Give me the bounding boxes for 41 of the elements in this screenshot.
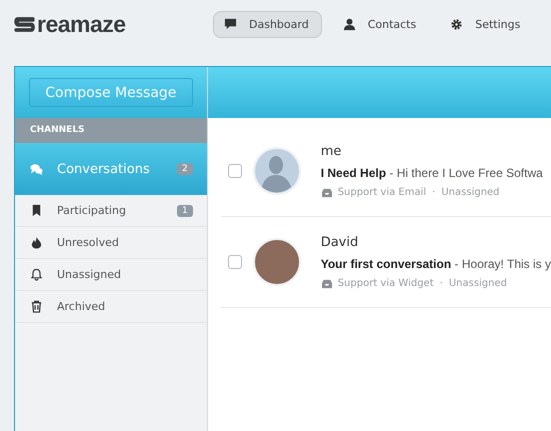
settings-icon (450, 18, 464, 30)
message-summary[interactable]: I Need Help - Hi there I Love Free Softwa (320, 166, 543, 180)
item-label: Conversations (57, 162, 151, 176)
chat-bubbles-icon (30, 162, 43, 176)
avatar-silhouette-icon (252, 147, 301, 195)
message-summary[interactable]: Your first conversation - Hooray! This is y (320, 257, 551, 271)
bookmark-icon (30, 204, 43, 217)
flame-icon (30, 236, 43, 249)
assignee-label: Unassigned (441, 187, 500, 198)
contact-name: me (320, 144, 342, 159)
item-label: Participating (57, 204, 127, 217)
assignee-label: Unassigned (448, 278, 507, 289)
person-icon (342, 18, 356, 30)
item-label: Unresolved (57, 236, 120, 249)
channel-label: Support via Widget (338, 278, 434, 289)
chat-bubble-icon (224, 18, 237, 30)
sidebar-item[interactable]: Unassigned (15, 259, 207, 291)
nav-tab[interactable]: Contacts (332, 10, 430, 38)
sidebar-item[interactable]: Archived (15, 291, 207, 323)
count-badge: 2 (176, 163, 193, 175)
bell-icon (30, 268, 43, 281)
item-label: Archived (57, 300, 106, 313)
checkbox[interactable] (228, 164, 242, 178)
trash-icon (30, 300, 43, 313)
sidebar-item[interactable]: Participating 1 (15, 195, 207, 227)
logo-text: reamaze (37, 10, 126, 38)
sidebar-item[interactable]: Unresolved (15, 227, 207, 259)
section-header: CHANNELS (15, 118, 207, 143)
item-label: Unassigned (57, 268, 122, 281)
separator: · (432, 187, 436, 198)
separator: · (440, 278, 443, 289)
nav-tab[interactable]: Settings (439, 10, 534, 38)
logo-icon (14, 16, 36, 32)
channel-label: Support via Email (338, 187, 426, 198)
checkbox[interactable] (228, 255, 242, 269)
contact-name: David (320, 235, 360, 250)
avatar-photo-placeholder (252, 238, 301, 286)
nav-tab[interactable]: Dashboard (213, 10, 322, 38)
inbox-icon (320, 188, 333, 198)
count-badge: 1 (176, 204, 193, 216)
inbox-icon (320, 278, 333, 288)
